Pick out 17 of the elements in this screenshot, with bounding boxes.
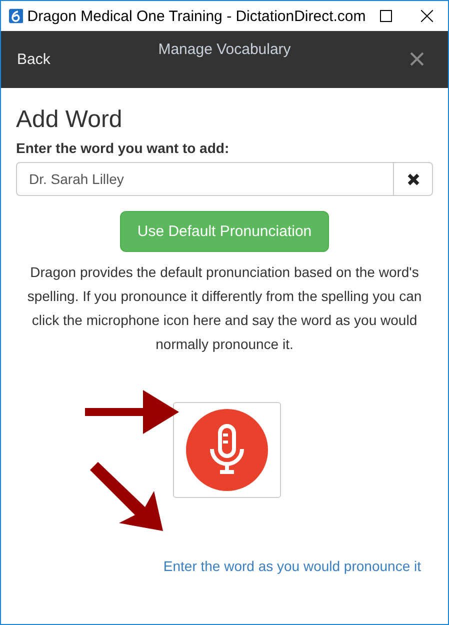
microphone-button[interactable] — [172, 402, 280, 498]
section-heading: Add Word — [16, 106, 122, 134]
arrow-icon — [90, 462, 164, 532]
help-text: Dragon provides the default pronunciation based on the word's spelling. If you pronounce it differently from the spelling you can click the microphone icon here and say the word as you would normally pronounce it. — [26, 263, 423, 354]
pronounce-link[interactable]: Enter the word as you would pronounce it — [163, 558, 421, 574]
page-title: Manage Vocabulary — [158, 41, 291, 58]
word-input-field[interactable]: Dr. Sarah Lilley — [16, 162, 394, 196]
close-icon[interactable] — [421, 10, 434, 22]
microphone-icon — [186, 409, 268, 491]
window-title: Dragon Medical One Training - DictationDirect.com — [27, 8, 366, 24]
clear-button[interactable] — [394, 162, 433, 196]
field-label: Enter the word you want to add: — [16, 140, 230, 156]
maximize-icon[interactable] — [380, 10, 392, 22]
arrow-icon — [85, 390, 180, 434]
app-logo-icon — [9, 8, 24, 24]
clear-icon — [406, 172, 420, 186]
back-button[interactable]: Back — [17, 51, 50, 68]
